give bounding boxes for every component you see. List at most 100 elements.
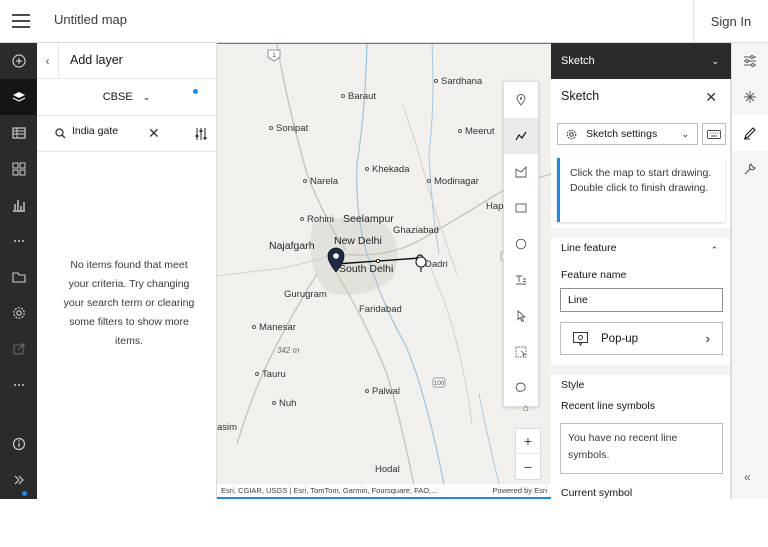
menu-icon[interactable] <box>12 14 30 28</box>
attribution-text: Esri, CGIAR, USGS | Esri, TomTom, Garmin… <box>221 486 438 495</box>
clear-search-icon[interactable]: ✕ <box>148 125 160 142</box>
left-toolbar <box>0 43 37 499</box>
filter-active-dot <box>193 89 198 94</box>
filter-icon[interactable] <box>194 126 208 142</box>
current-symbol-label: Current symbol <box>561 487 633 499</box>
style-section-header: Style <box>561 379 585 391</box>
map-label: Nuh <box>272 398 296 409</box>
recent-line-symbols-label: Recent line symbols <box>561 400 655 412</box>
add-icon[interactable] <box>0 43 37 79</box>
table-icon[interactable] <box>0 115 37 151</box>
map-label: Palwal <box>365 386 400 397</box>
popup-button[interactable]: Pop-up › <box>560 322 723 355</box>
polygon-tool-icon[interactable] <box>504 154 538 190</box>
source-dropdown[interactable]: CBSE ⌄ <box>37 79 216 116</box>
text-tool-icon[interactable] <box>504 262 538 298</box>
effects-icon[interactable] <box>732 79 768 115</box>
chevron-down-icon: ⌄ <box>681 128 689 139</box>
wrench-icon[interactable] <box>732 151 768 187</box>
more-icon[interactable] <box>0 223 37 259</box>
section-divider <box>551 228 730 238</box>
rectangle-select-icon[interactable] <box>504 334 538 370</box>
map-label: Najafgarh <box>269 240 315 252</box>
feature-name-label: Feature name <box>561 269 627 281</box>
properties-icon[interactable] <box>732 43 768 79</box>
chevron-up-icon[interactable]: ⌃ <box>710 245 718 256</box>
sketch-toolbar <box>503 81 539 407</box>
sketch-title: Sketch <box>561 89 600 103</box>
sketch-settings-dropdown[interactable]: Sketch settings ⌄ <box>557 123 698 145</box>
search-icon <box>55 128 66 139</box>
map-label: asim <box>217 422 238 433</box>
map-label: Sonipat <box>269 123 308 134</box>
map-label: Dadri <box>425 259 448 270</box>
app-root: Untitled map Sign In ‹ Add layer CBSE ⌄ … <box>0 0 768 547</box>
right-toolbar: « <box>731 43 768 499</box>
back-button[interactable]: ‹ <box>37 43 59 79</box>
map-label: Gurugram <box>284 289 327 300</box>
add-layer-panel: ‹ Add layer CBSE ⌄ ✕ No items found that… <box>37 43 217 499</box>
chevron-down-icon: ⌄ <box>142 91 151 102</box>
sketch-icon[interactable] <box>732 115 768 151</box>
info-icon[interactable] <box>0 426 37 462</box>
chevron-down-icon: ⌄ <box>711 55 719 66</box>
map-label: Baraut <box>341 91 376 102</box>
settings-icon[interactable] <box>0 295 37 331</box>
map-label: Rohini <box>300 214 334 225</box>
map-attribution[interactable]: Esri, CGIAR, USGS | Esri, TomTom, Garmin… <box>217 484 551 497</box>
drawing-instruction-notice: Click the map to start drawing. Double c… <box>557 158 725 222</box>
charts-icon[interactable] <box>0 187 37 223</box>
map-label: Narela <box>303 176 338 187</box>
select-tool-icon[interactable] <box>504 298 538 334</box>
map-label: New Delhi <box>334 235 382 247</box>
more-icon[interactable] <box>0 367 37 403</box>
lasso-select-icon[interactable] <box>504 370 538 406</box>
sketch-settings-label: Sketch settings <box>586 128 658 140</box>
widgets-icon[interactable] <box>0 151 37 187</box>
share-icon[interactable] <box>0 331 37 367</box>
zoom-in-button[interactable]: + <box>516 429 540 454</box>
map-label: Hap <box>486 201 504 212</box>
circle-tool-icon[interactable] <box>504 226 538 262</box>
home-icon[interactable]: ⌂ <box>523 403 529 414</box>
map-label: Seelampur <box>343 213 394 225</box>
keyboard-icon[interactable] <box>702 123 726 145</box>
map-label: South Delhi <box>339 263 394 275</box>
map-label: Khekada <box>365 164 410 175</box>
map-view[interactable]: 1 100 Sonipat Baraut Sardhana Meerut Nar… <box>217 43 551 499</box>
map-label: Ghaziabad <box>393 225 439 236</box>
zoom-controls: + − <box>515 428 541 480</box>
rectangle-tool-icon[interactable] <box>504 190 538 226</box>
map-label: Meerut <box>458 126 495 137</box>
sign-in-button[interactable]: Sign In <box>693 0 768 42</box>
expand-icon[interactable] <box>0 462 37 498</box>
empty-results-message: No items found that meet your criteria. … <box>63 259 195 347</box>
panel-header: ‹ Add layer <box>37 43 216 79</box>
map-title[interactable]: Untitled map <box>54 12 127 27</box>
collapse-panel-icon[interactable]: « <box>744 470 751 484</box>
sketch-panel: Sketch ✕ Sketch settings ⌄ Click the map… <box>551 79 731 499</box>
point-tool-icon[interactable] <box>504 82 538 118</box>
close-icon[interactable]: ✕ <box>705 89 717 106</box>
svg-text:100: 100 <box>434 381 445 387</box>
layers-icon[interactable] <box>0 79 37 115</box>
line-feature-section-header[interactable]: Line feature <box>561 242 616 254</box>
gear-icon <box>566 129 577 140</box>
popup-label: Pop-up <box>601 332 639 345</box>
section-divider <box>551 365 730 375</box>
panel-title: Add layer <box>70 53 123 67</box>
popup-icon <box>573 332 588 346</box>
map-label: 342 m <box>277 346 300 355</box>
app-header: Untitled map Sign In <box>0 0 768 43</box>
map-label: Modinagar <box>427 176 479 187</box>
powered-by-link[interactable]: Powered by Esri <box>492 486 547 495</box>
sketch-panel-selector[interactable]: Sketch ⌄ <box>551 43 731 79</box>
map-label: Hodal <box>375 464 400 475</box>
feature-name-input[interactable] <box>560 288 723 312</box>
chevron-right-icon: › <box>705 331 710 346</box>
polyline-tool-icon[interactable] <box>504 118 538 154</box>
zoom-out-button[interactable]: − <box>516 454 540 479</box>
source-label: CBSE <box>102 91 133 103</box>
map-label: Manesar <box>252 322 296 333</box>
folder-icon[interactable] <box>0 259 37 295</box>
